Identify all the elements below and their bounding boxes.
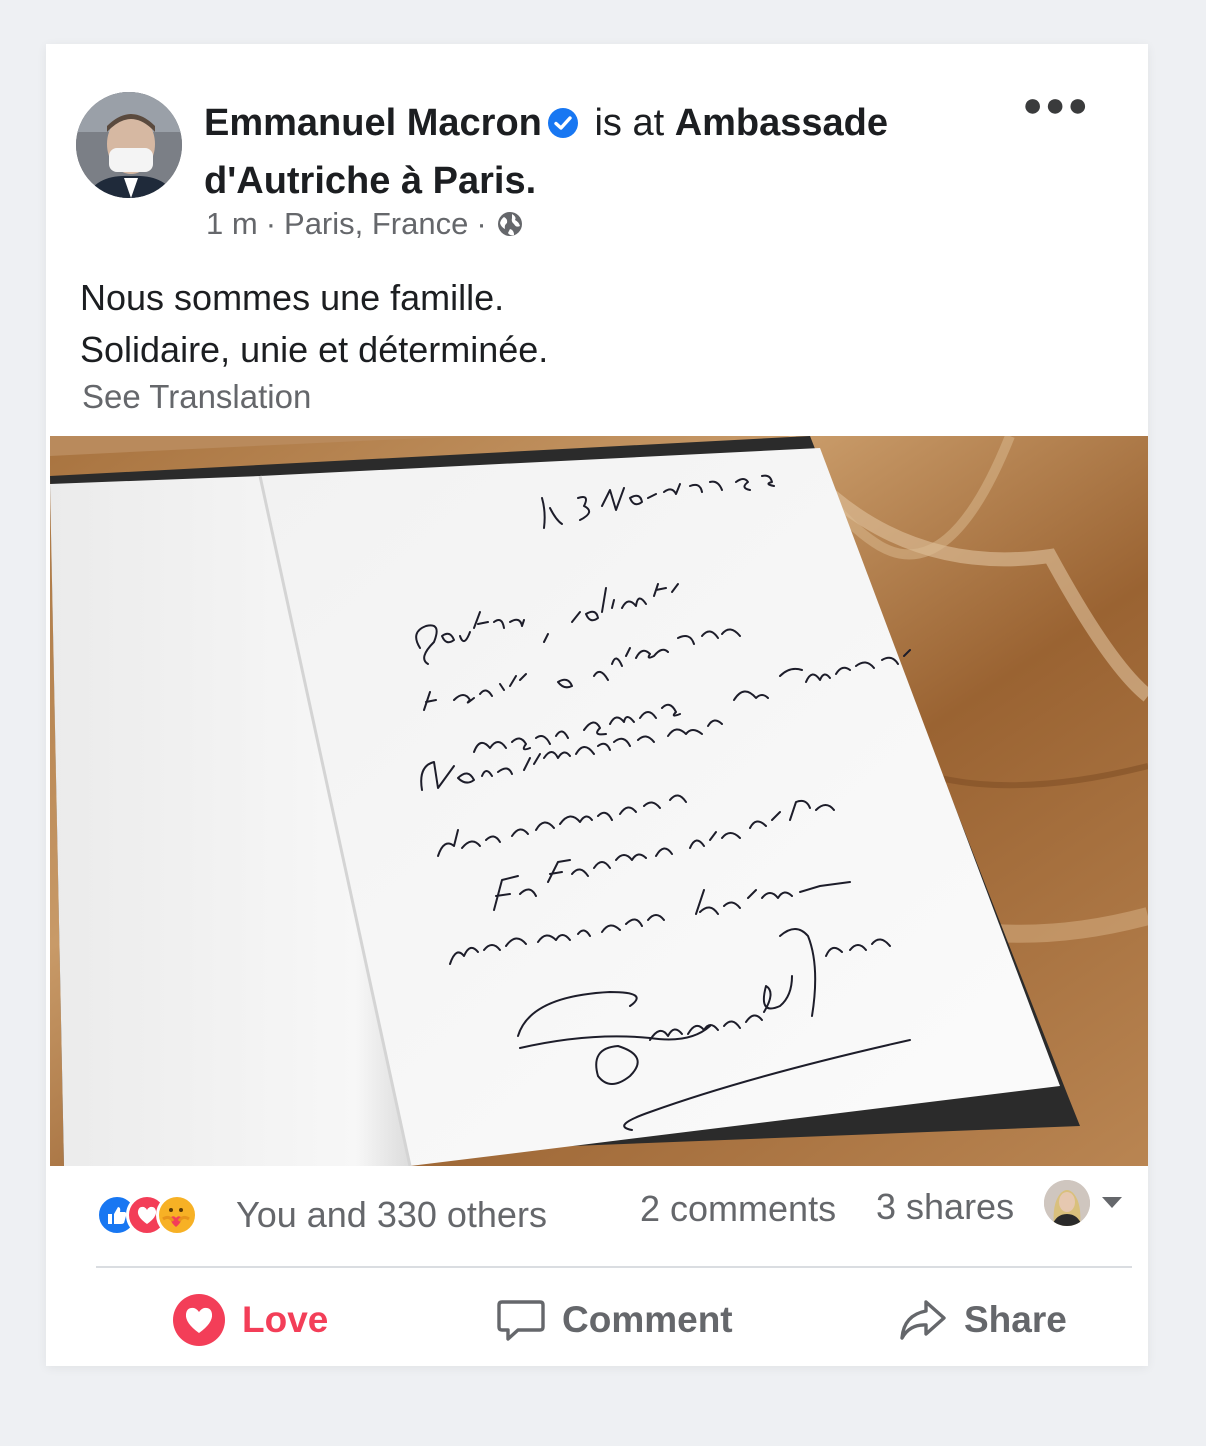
care-icon: [156, 1194, 198, 1236]
comment-label: Comment: [562, 1299, 733, 1340]
divider: [96, 1266, 1132, 1268]
meta-separator-2: ·: [476, 206, 487, 241]
action-bar: Love Comment Share: [96, 1280, 1136, 1360]
share-label: Share: [964, 1299, 1067, 1340]
share-icon: [900, 1300, 946, 1340]
author-avatar[interactable]: [76, 92, 182, 198]
action-text: is at: [594, 102, 665, 144]
post-meta: 1 m · Paris, France ·: [206, 206, 525, 242]
comments-count[interactable]: 2 comments: [640, 1188, 836, 1230]
post-body-line: Solidaire, unie et déterminée.: [80, 329, 549, 370]
comment-icon: [497, 1300, 545, 1341]
post-photo[interactable]: [50, 436, 1148, 1166]
post-body: Nous sommes une famille. Solidaire, unie…: [80, 272, 548, 376]
share-button[interactable]: Share: [898, 1290, 1067, 1350]
author-name[interactable]: Emmanuel Macron: [204, 102, 542, 144]
more-options-icon[interactable]: ●●●: [1022, 86, 1090, 125]
reaction-icons[interactable]: [96, 1194, 228, 1240]
love-label: Love: [242, 1299, 329, 1340]
post-location[interactable]: Paris, France: [284, 206, 468, 242]
post-card: Emmanuel Macron is at Ambassade d'Autric…: [46, 44, 1148, 1366]
comment-button[interactable]: Comment: [496, 1290, 733, 1350]
post-header: Emmanuel Macron is at Ambassade d'Autric…: [204, 94, 1004, 210]
shares-count[interactable]: 3 shares: [876, 1186, 1014, 1228]
viewer-avatar[interactable]: [1044, 1180, 1090, 1226]
chevron-down-icon[interactable]: [1100, 1194, 1124, 1210]
globe-icon: [495, 209, 525, 239]
reactions-count[interactable]: You and 330 others: [236, 1194, 547, 1236]
reactions-summary: You and 330 others 2 comments 3 shares: [96, 1180, 1136, 1250]
meta-separator: ·: [265, 206, 277, 241]
love-button[interactable]: Love: [172, 1290, 328, 1350]
verified-badge-icon: [547, 108, 578, 138]
post-body-line: Nous sommes une famille.: [80, 277, 505, 318]
love-reaction-icon: [173, 1294, 225, 1346]
see-translation-link[interactable]: See Translation: [82, 378, 311, 416]
post-time[interactable]: 1 m: [206, 206, 258, 242]
